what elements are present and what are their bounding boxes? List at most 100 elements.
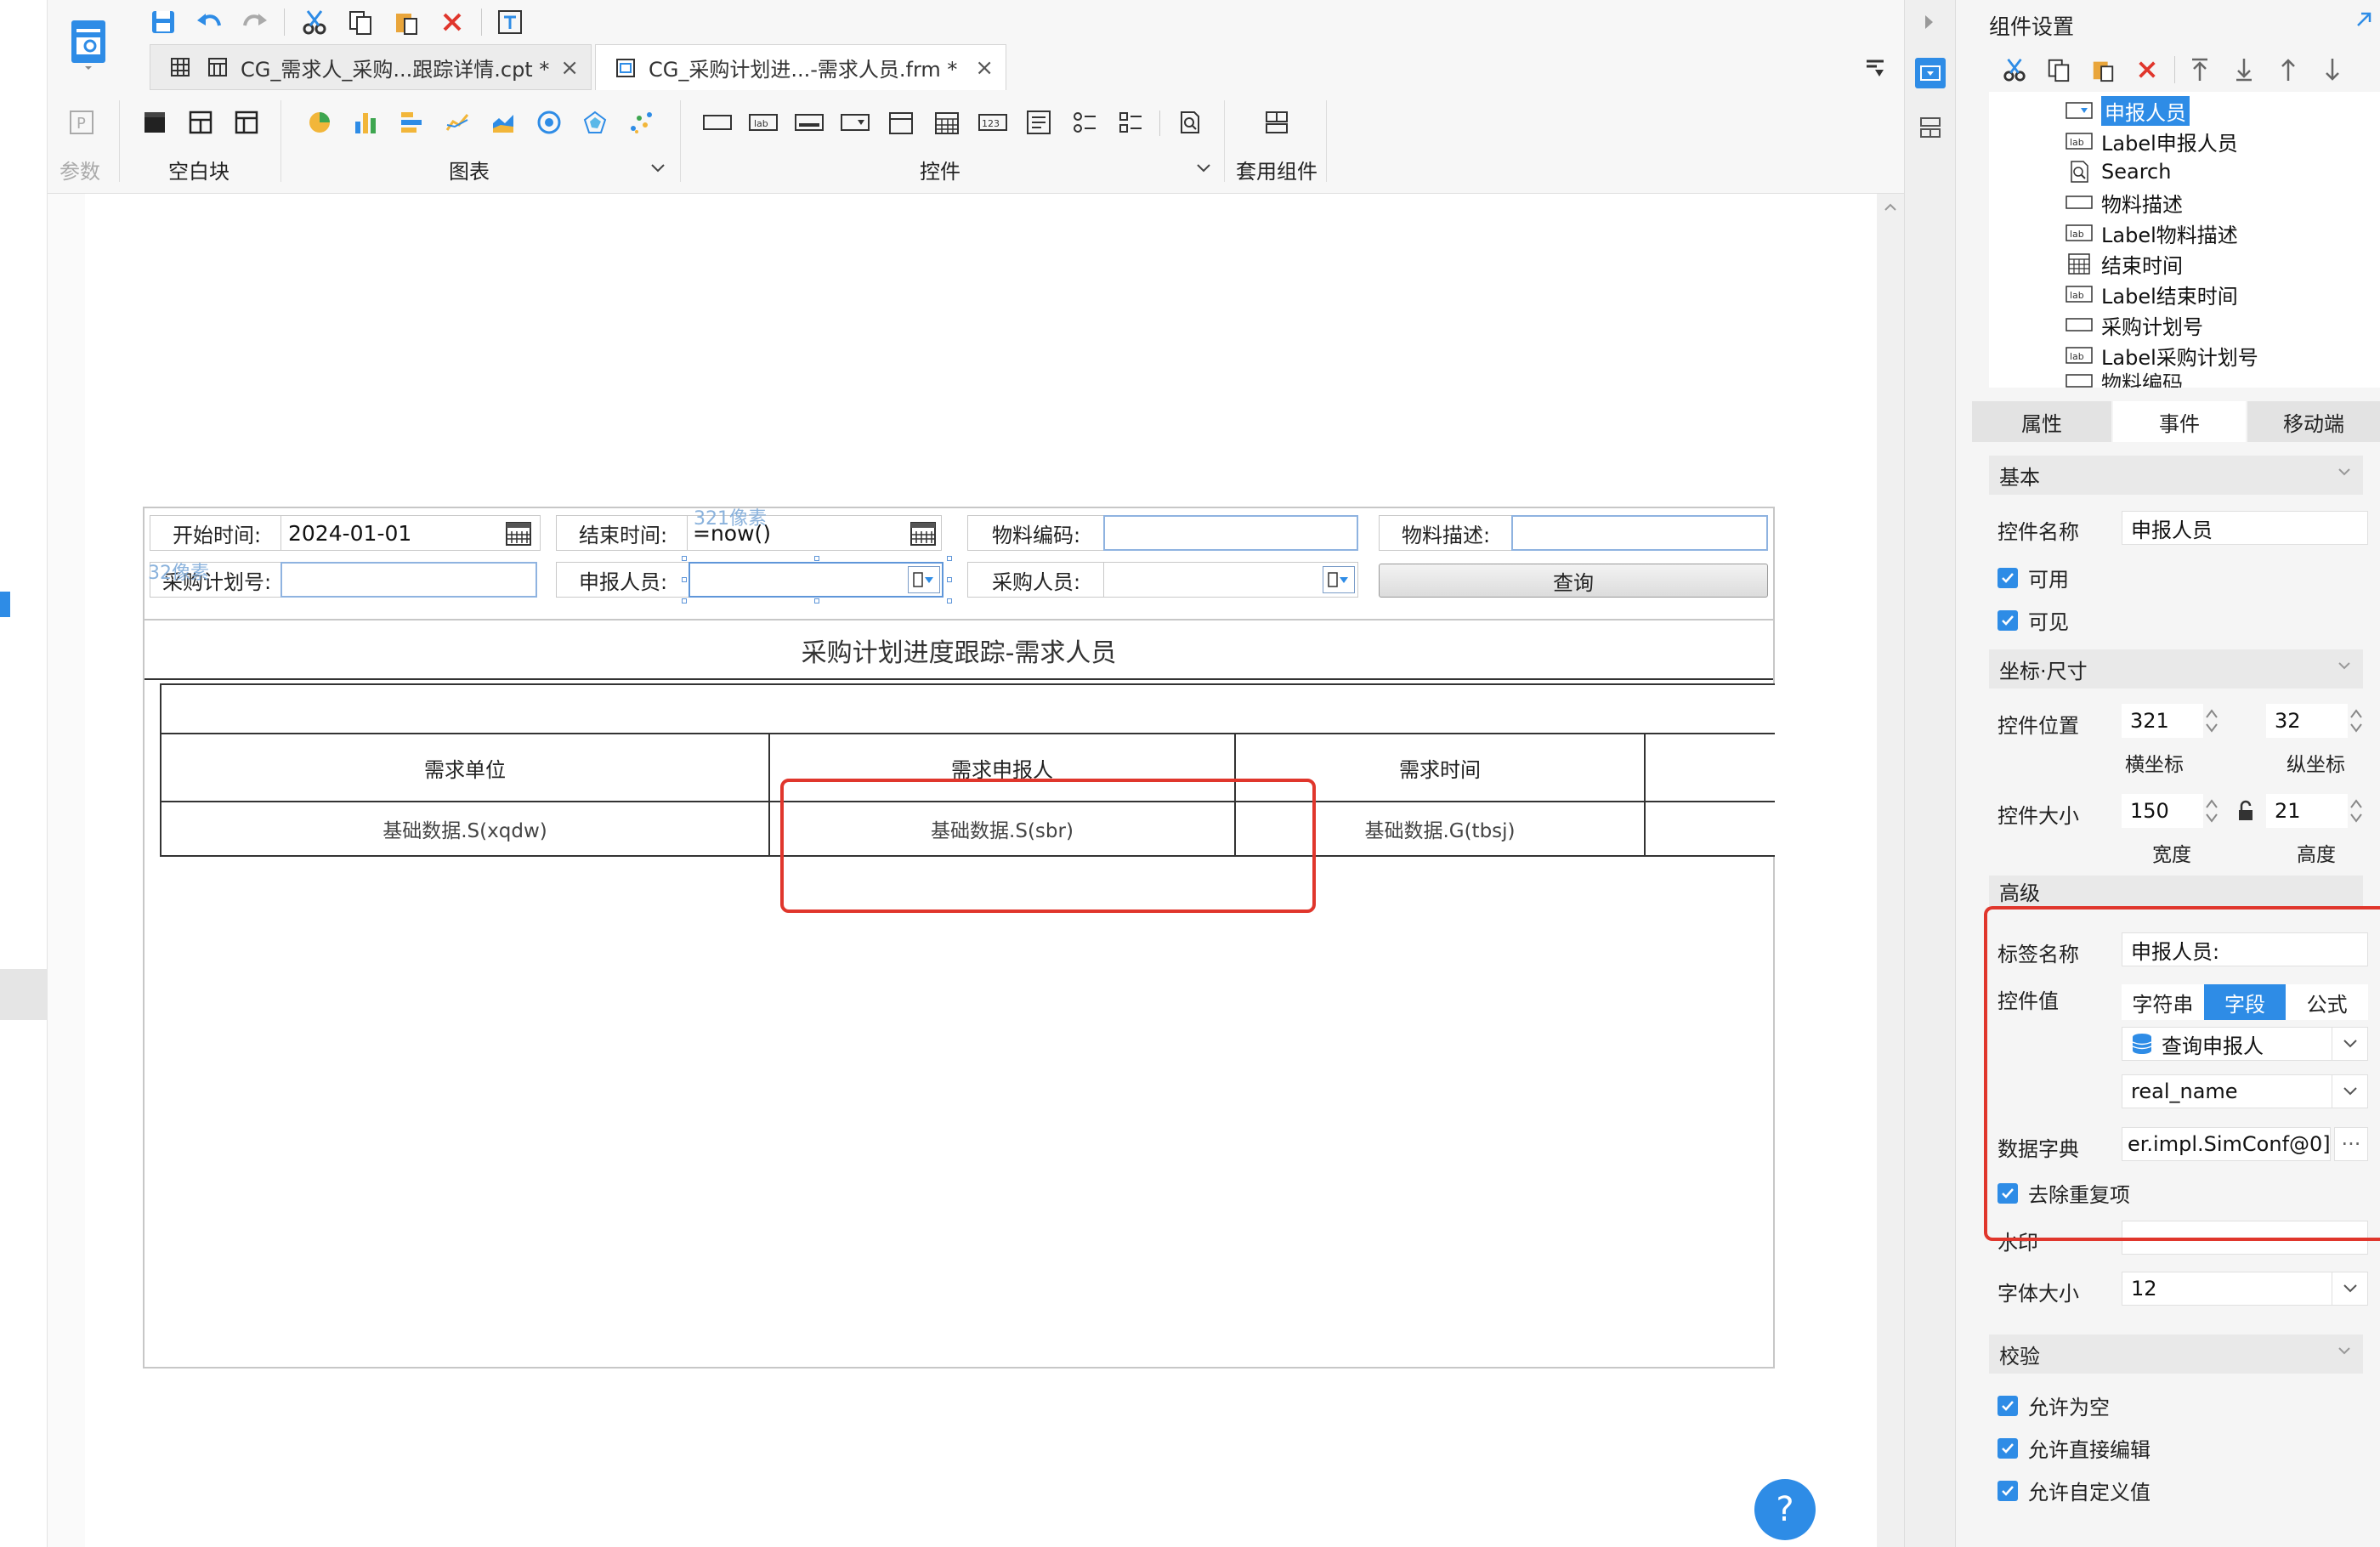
tab-mobile[interactable]: 移动端 [2247,401,2380,442]
vertical-scrollbar[interactable] [1877,194,1904,1547]
help-button[interactable]: ? [1754,1479,1816,1540]
area-chart-icon[interactable] [486,105,520,139]
buyer-combo[interactable] [1103,562,1358,598]
undo-icon[interactable] [192,5,226,39]
tab-frm[interactable]: CG_采购计划进...-需求人员.frm * × [595,44,1006,90]
resize-handle[interactable] [814,556,819,561]
spinner-icon[interactable] [2202,794,2222,828]
font-size-select[interactable]: 12 [2122,1272,2368,1306]
delete-icon[interactable] [435,5,469,39]
spinner-icon[interactable] [2346,794,2366,828]
bar-chart-icon[interactable] [348,105,382,139]
pie-chart-icon[interactable] [303,105,337,139]
resize-handle[interactable] [682,598,687,604]
tab-close-button[interactable]: × [975,55,994,81]
tree-item[interactable]: lab Label物料描述 [2066,218,2238,247]
data-cell[interactable]: 基础数据.S(xqdw) [160,801,770,857]
date-widget-icon[interactable] [882,105,920,139]
number-widget-icon[interactable]: 123 [974,105,1012,139]
absolute-block-icon[interactable] [230,105,264,139]
line-chart-icon[interactable] [440,105,474,139]
radio-group-icon[interactable] [1066,105,1103,139]
text-input-icon[interactable] [699,105,736,139]
allow-empty-checkbox[interactable]: 允许为空 [1998,1391,2110,1420]
move-bottom-icon[interactable] [2227,53,2261,87]
chevron-down-icon[interactable] [648,158,668,178]
paste-icon[interactable] [389,5,423,39]
tree-item[interactable]: 结束时间 [2066,249,2183,278]
hbar-chart-icon[interactable] [394,105,428,139]
resize-handle[interactable] [947,577,952,582]
calendar-icon[interactable] [502,516,536,550]
allow-edit-checkbox[interactable]: 允许直接编辑 [1998,1433,2150,1463]
section-advanced[interactable]: 高级 [1989,876,2363,906]
reporter-combo[interactable] [688,562,944,598]
tree-item[interactable]: 采购计划号 [2066,310,2203,339]
tab-block-icon[interactable] [184,105,218,139]
query-button[interactable]: 查询 [1379,564,1768,598]
calendar-widget-icon[interactable] [928,105,966,139]
text-edit-icon[interactable] [493,5,527,39]
section-coords[interactable]: 坐标·尺寸 [1989,649,2363,688]
blank-block-icon[interactable] [138,105,172,139]
form-body[interactable]: 开始时间: 2024-01-01 结束时间: =now() 321像素 物料编码… [143,507,1775,1368]
move-down-icon[interactable] [2315,53,2349,87]
y-input[interactable]: 32 [2266,704,2348,738]
move-up-icon[interactable] [2271,53,2305,87]
search-widget-icon[interactable] [1171,105,1209,139]
tab-close-button[interactable]: × [560,55,579,81]
chevron-down-icon[interactable] [1193,158,1214,178]
scatter-chart-icon[interactable] [624,105,658,139]
tree-item[interactable]: lab Label申报人员 [2066,127,2238,156]
panel-expand-icon[interactable] [2351,7,2377,32]
cut-icon[interactable] [298,5,332,39]
tree-item[interactable]: 申报人员 [2066,95,2190,126]
material-code-input[interactable] [1103,515,1358,551]
tree-item[interactable]: 物料编码 [2066,371,2183,388]
material-desc-input[interactable] [1511,515,1768,551]
widget-settings-icon[interactable] [1915,58,1946,88]
gauge-chart-icon[interactable] [532,105,566,139]
combo-widget-icon[interactable] [836,105,874,139]
dropdown-icon[interactable] [908,566,940,593]
visible-checkbox[interactable]: 可见 [1998,605,2069,635]
tab-cpt[interactable]: CG_需求人_采购...跟踪详情.cpt * × [150,44,592,90]
copy-icon[interactable] [343,5,377,39]
tree-item[interactable]: 物料描述 [2066,188,2183,217]
copy-icon[interactable] [2042,53,2076,87]
resize-handle[interactable] [814,598,819,604]
tab-events[interactable]: 事件 [2113,401,2246,442]
paste-icon[interactable] [2086,53,2120,87]
lock-icon[interactable] [2234,797,2258,824]
template-widget-icon[interactable] [1258,105,1295,139]
delete-icon[interactable] [2130,53,2164,87]
resize-handle[interactable] [682,556,687,561]
form-icon[interactable] [65,10,112,78]
resize-handle[interactable] [682,577,687,582]
calendar-icon[interactable] [906,516,940,550]
tree-item[interactable]: lab Label结束时间 [2066,280,2238,309]
section-validate[interactable]: 校验 [1989,1334,2363,1374]
x-input[interactable]: 321 [2122,704,2203,738]
radar-chart-icon[interactable] [578,105,612,139]
collapse-icon[interactable] [1915,8,1942,36]
plan-no-input[interactable] [280,562,537,598]
height-input[interactable]: 21 [2266,794,2348,828]
enabled-checkbox[interactable]: 可用 [1998,563,2069,592]
tab-list-icon[interactable] [1862,54,1889,82]
report-blank-row[interactable] [160,683,1775,734]
widget-name-input[interactable]: 申报人员 [2122,511,2368,545]
spinner-icon[interactable] [2346,704,2366,738]
layout-icon[interactable] [1915,112,1946,143]
label-widget-icon[interactable]: lab [745,105,782,139]
header-cell[interactable]: 需求单位 [160,733,770,802]
button-widget-icon[interactable] [790,105,828,139]
checkbox-group-icon[interactable] [1112,105,1149,139]
dropdown-icon[interactable] [1323,566,1355,593]
tab-properties[interactable]: 属性 [1972,401,2111,442]
spinner-icon[interactable] [2202,704,2222,738]
param-icon[interactable]: P [65,105,99,139]
redo-icon[interactable] [238,5,272,39]
left-strip-selected[interactable] [0,969,48,1020]
cut-icon[interactable] [1998,53,2032,87]
